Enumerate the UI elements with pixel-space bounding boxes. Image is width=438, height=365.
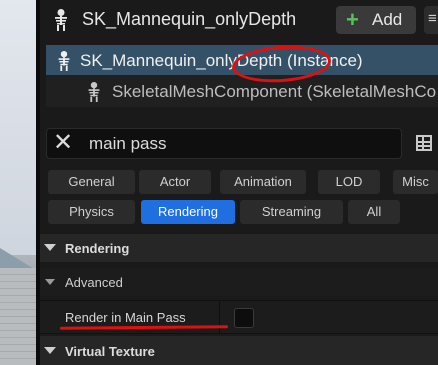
expand-arrow-icon [45, 279, 55, 285]
viewport-floor [0, 268, 40, 365]
viewport-mountain [0, 248, 36, 270]
section-rendering[interactable]: Rendering [40, 234, 438, 262]
add-component-button[interactable]: + Add [336, 6, 416, 34]
details-panel: SK_Mannequin_onlyDepth + Add ≡ SK_Manneq… [40, 0, 438, 365]
render-in-main-pass-checkbox[interactable] [234, 308, 254, 328]
category-physics[interactable]: Physics [48, 200, 135, 224]
category-lod[interactable]: LOD [318, 170, 380, 194]
expand-arrow-icon [44, 347, 56, 354]
plus-icon: + [346, 7, 359, 32]
expand-arrow-icon [44, 244, 56, 251]
skeleton-icon [54, 50, 74, 77]
subsection-title: Advanced [65, 275, 123, 290]
property-label: Render in Main Pass [65, 310, 186, 325]
section-title: Virtual Texture [65, 344, 155, 359]
category-general[interactable]: General [48, 170, 135, 194]
subsection-advanced[interactable]: Advanced [40, 268, 438, 296]
tree-item-skeletal-mesh-component[interactable]: SkeletalMeshComponent (SkeletalMeshCo [46, 76, 438, 106]
actor-title: SK_Mannequin_onlyDepth [82, 9, 297, 29]
search-input[interactable]: main pass [89, 134, 166, 154]
tree-item-label: SkeletalMeshComponent (SkeletalMeshCo [112, 82, 437, 101]
skeleton-icon [84, 81, 104, 108]
category-rendering[interactable]: Rendering [141, 200, 235, 224]
menu-icon: ≡ [428, 10, 437, 27]
clear-search-icon[interactable]: ✕ [53, 130, 73, 156]
section-virtual-texture[interactable]: Virtual Texture [40, 336, 438, 365]
property-matrix-button[interactable] [412, 130, 438, 158]
category-streaming[interactable]: Streaming [240, 200, 343, 224]
category-actor[interactable]: Actor [139, 170, 211, 194]
details-header: SK_Mannequin_onlyDepth + Add ≡ [40, 0, 438, 40]
table-icon [416, 135, 432, 151]
level-viewport[interactable] [0, 0, 40, 365]
category-all[interactable]: All [348, 200, 400, 224]
category-misc[interactable]: Misc [393, 170, 438, 194]
section-title: Rendering [65, 241, 130, 256]
category-animation[interactable]: Animation [220, 170, 306, 194]
skeleton-icon [50, 8, 72, 37]
search-field[interactable]: ✕ main pass [46, 128, 402, 159]
add-button-label: Add [372, 10, 403, 29]
more-options-button[interactable]: ≡ [424, 6, 438, 34]
viewport-sky [0, 0, 40, 255]
